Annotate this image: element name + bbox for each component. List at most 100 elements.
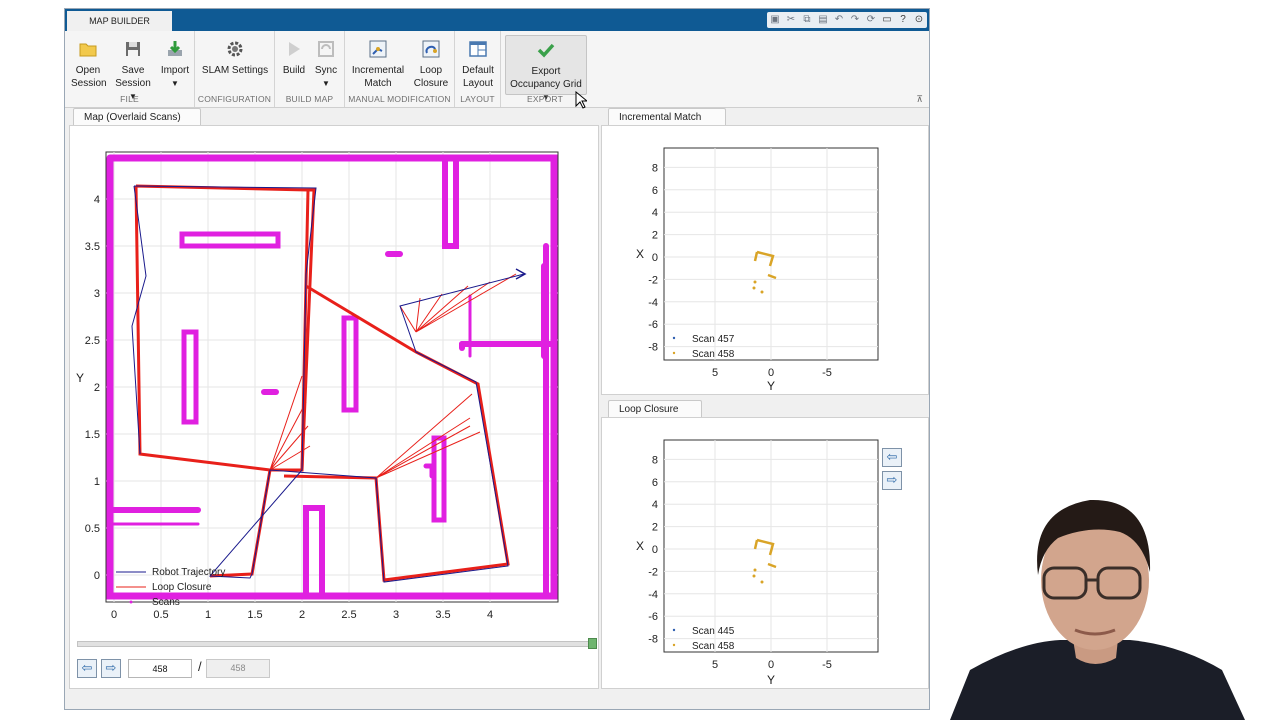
y-tick-label: 3.5 <box>85 241 100 253</box>
build-button[interactable]: Build <box>279 35 309 93</box>
legend-scan-a: Scan 445 <box>692 626 735 637</box>
loop-label: Loop <box>419 65 443 76</box>
minimize-ribbon-icon[interactable]: ⊙ <box>911 12 927 28</box>
default-layout-label: Default <box>462 65 494 76</box>
collapse-ribbon-icon[interactable]: ⊼ <box>916 94 923 105</box>
build-map-group: Build Sync ▼ BUILD MAP <box>275 31 345 107</box>
default-layout-button[interactable]: Default Layout <box>458 35 498 93</box>
previous-loop-closure-button[interactable]: ⇦ <box>882 448 902 467</box>
incremental-match-icon <box>369 40 387 58</box>
save-session-button[interactable]: Save Session ▼ <box>111 35 155 101</box>
export-occupancy-grid-button[interactable]: Export Occupancy Grid ▼ <box>505 35 587 102</box>
slam-settings-button[interactable]: SLAM Settings <box>199 35 271 93</box>
chevron-down-icon: ▼ <box>171 79 179 88</box>
title-bar: MAP BUILDER ▣ ✂ ⧉ ▤ ↶ ↷ ⟳ ▭ ? ⊙ <box>65 9 929 31</box>
legend-scans: Scans <box>152 597 180 608</box>
map-builder-window: MAP BUILDER ▣ ✂ ⧉ ▤ ↶ ↷ ⟳ ▭ ? ⊙ Open Ses… <box>64 8 930 710</box>
window-icon[interactable]: ▭ <box>879 12 895 28</box>
x-tick-label: 2.5 <box>341 609 356 621</box>
refresh-icon[interactable]: ⟳ <box>863 12 879 28</box>
configuration-group-label: CONFIGURATION <box>197 94 272 104</box>
y-tick-label: 3 <box>94 288 100 300</box>
import-label: Import <box>160 65 190 76</box>
save-label-2: Session <box>115 78 151 89</box>
scan-point <box>760 290 764 294</box>
scan-point <box>752 574 756 578</box>
paste-icon[interactable]: ▤ <box>815 12 831 28</box>
y-tick-label: 0 <box>94 570 100 582</box>
folder-icon <box>79 43 97 57</box>
x-tick-label: 1.5 <box>247 609 262 621</box>
manual-modification-group-label: MANUAL MODIFICATION <box>348 94 451 104</box>
x-tick-label: 0 <box>111 609 117 621</box>
y-tick-label: -4 <box>648 297 658 309</box>
undo-icon[interactable]: ↶ <box>831 12 847 28</box>
import-button[interactable]: Import ▼ <box>157 35 193 93</box>
layout-group: Default Layout LAYOUT <box>455 31 501 107</box>
open-session-button[interactable]: Open Session <box>71 35 107 93</box>
y-tick-label: 2.5 <box>85 335 100 347</box>
next-scan-button[interactable]: ⇨ <box>101 659 121 678</box>
y-tick-label: 0 <box>652 252 658 264</box>
incremental-match-panel: 5 0 -5 8 6 4 2 0 -2 -4 -6 -8 Scan 457 Scan 458 Y X <box>601 125 929 395</box>
incremental-ylabel: X <box>636 247 644 261</box>
scan-slider-track[interactable] <box>77 641 593 647</box>
save-quick-icon[interactable]: ▣ <box>767 12 783 28</box>
sync-icon <box>318 41 334 57</box>
layout-icon <box>469 41 487 57</box>
arrow-left-icon: ⇦ <box>81 660 93 675</box>
y-tick-label: 0.5 <box>85 523 100 535</box>
toolstrip: Open Session Save Session ▼ Import ▼ FIL… <box>65 31 929 109</box>
y-tick-label: 0 <box>652 544 658 556</box>
map-plot: 0 0.5 1 1.5 2 2.5 3 3.5 4 0 0.5 1 1.5 2 2.5 3 3.5 4 Robot… <box>76 151 559 632</box>
y-tick-label: -8 <box>648 634 658 646</box>
copy-icon[interactable]: ⧉ <box>799 12 815 28</box>
next-loop-closure-button[interactable]: ⇨ <box>882 471 902 490</box>
chevron-down-icon: ▼ <box>322 79 330 88</box>
y-tick-label: -2 <box>648 274 658 286</box>
tab-loop-closure[interactable]: Loop Closure <box>608 400 702 417</box>
x-tick-label: 3 <box>393 609 399 621</box>
previous-scan-button[interactable]: ⇦ <box>77 659 97 678</box>
build-map-group-label: BUILD MAP <box>285 94 334 104</box>
gear-icon <box>227 41 243 57</box>
legend-scan-b-swatch <box>672 351 676 355</box>
legend-scan-a: Scan 457 <box>692 334 735 345</box>
legend-loop-closure: Loop Closure <box>152 582 212 593</box>
loop-closure-button[interactable]: Loop Closure <box>411 35 451 93</box>
scan-index-input[interactable] <box>128 659 192 678</box>
import-icon <box>168 41 182 56</box>
tab-incremental-match[interactable]: Incremental Match <box>608 108 726 125</box>
x-tick-label: -5 <box>822 659 832 671</box>
y-tick-label: -6 <box>648 319 658 331</box>
loop-label-2: Closure <box>413 78 449 89</box>
file-group: Open Session Save Session ▼ Import ▼ FIL… <box>65 31 195 107</box>
tab-map-overlaid-scans[interactable]: Map (Overlaid Scans) <box>73 108 201 125</box>
scan-navigation: ⇦ ⇨ / 458 <box>71 637 597 695</box>
scan-point <box>753 568 757 572</box>
legend-scan-b: Scan 458 <box>692 349 735 360</box>
y-tick-label: 2 <box>94 382 100 394</box>
y-tick-label: 4 <box>94 194 100 206</box>
file-group-label: FILE <box>120 94 139 104</box>
arrow-right-icon: ⇨ <box>105 660 117 675</box>
sync-label: Sync <box>314 65 338 76</box>
x-tick-label: 5 <box>712 659 718 671</box>
save-label: Save <box>121 65 145 76</box>
x-tick-label: 5 <box>712 367 718 379</box>
mouse-cursor-icon <box>575 91 587 109</box>
incremental-match-button[interactable]: Incremental Match <box>349 35 407 93</box>
sync-button[interactable]: Sync ▼ <box>311 35 341 93</box>
checkmark-icon <box>537 43 555 58</box>
loop-closure-ylabel: X <box>636 539 644 553</box>
y-tick-label: -8 <box>648 342 658 354</box>
legend-trajectory: Robot Trajectory <box>152 567 225 578</box>
redo-icon[interactable]: ↷ <box>847 12 863 28</box>
help-icon[interactable]: ? <box>895 12 911 28</box>
x-tick-label: 0.5 <box>153 609 168 621</box>
app-tab[interactable]: MAP BUILDER <box>67 11 172 31</box>
scan-point <box>753 280 757 284</box>
x-tick-label: 2 <box>299 609 305 621</box>
scan-slider-thumb[interactable] <box>588 638 597 649</box>
cut-icon[interactable]: ✂ <box>783 12 799 28</box>
